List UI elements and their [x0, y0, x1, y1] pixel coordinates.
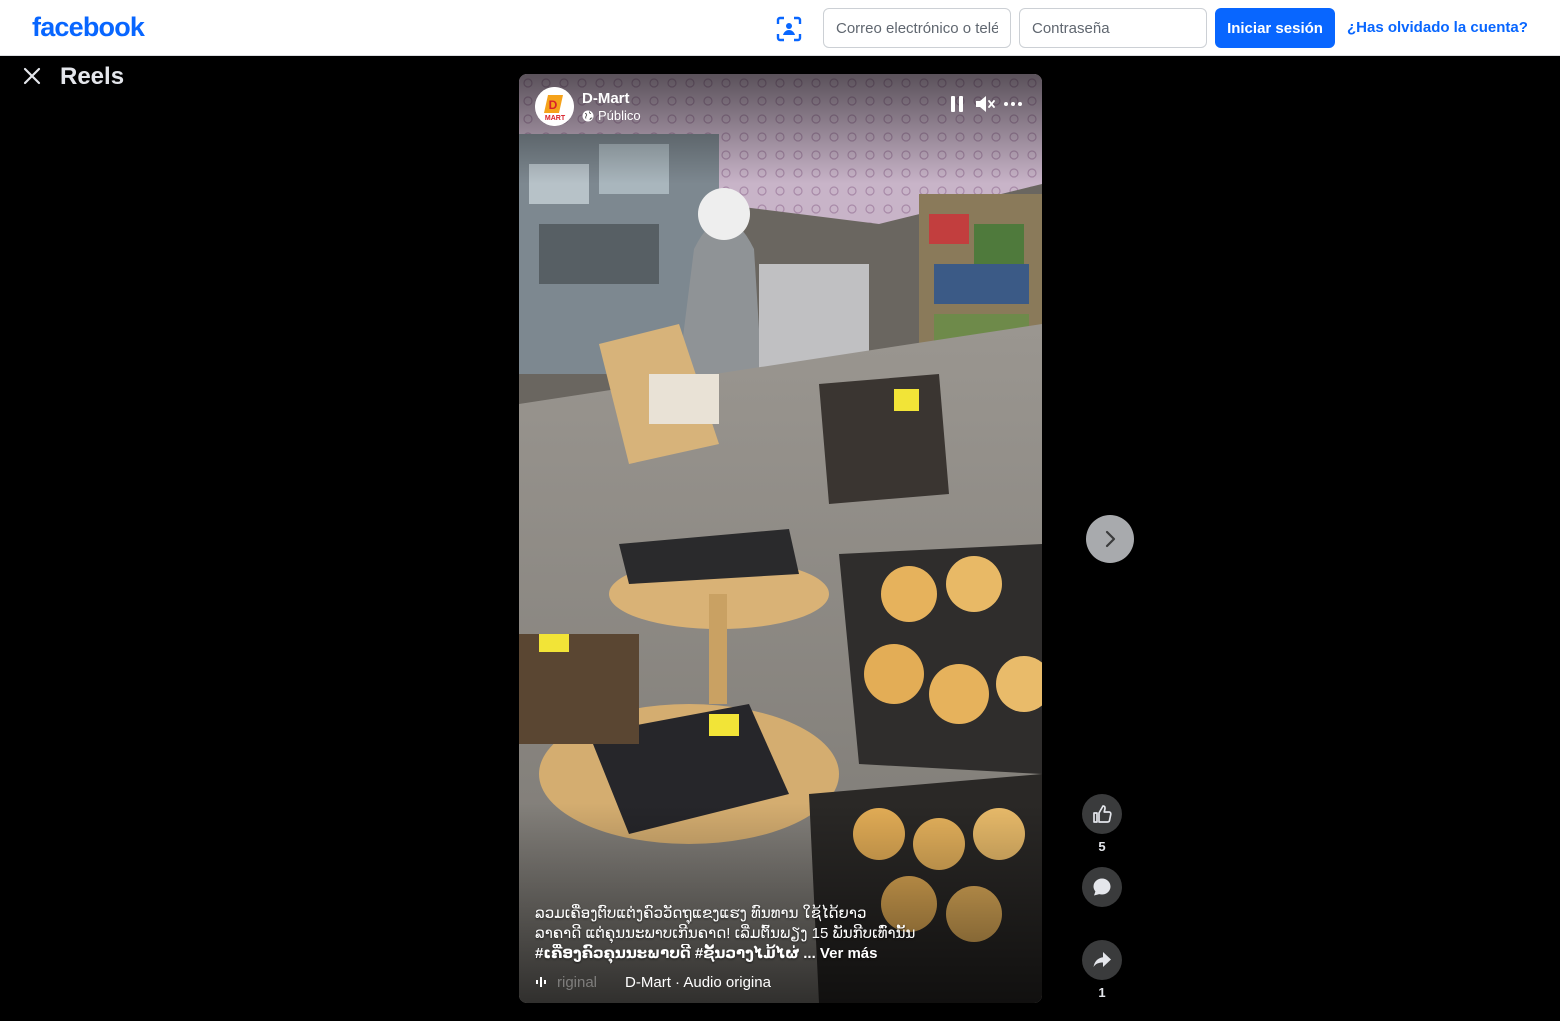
privacy-text: Público	[598, 108, 641, 123]
reel-caption: ລວມເຄື່ອງຕົບແຕ່ງຄົວວັດຖຸແຂງແຮງ ທົນທານ ໃຊ…	[535, 904, 985, 964]
privacy-label: Público	[582, 108, 641, 123]
share-icon	[1093, 952, 1111, 967]
audio-wave-icon	[536, 977, 546, 987]
caption-line-2: ລາຄາດີ ແຕ່ຄຸນນະພາບເກີນຄາດ! ເລີ່ມຕົ້ນພຽງ …	[535, 925, 916, 942]
avatar-text: MART	[545, 115, 566, 122]
email-input[interactable]	[823, 8, 1011, 48]
svg-text:D: D	[549, 98, 558, 112]
facebook-logo[interactable]: facebook	[32, 12, 145, 43]
mute-icon[interactable]	[974, 93, 996, 115]
chevron-right-icon	[1105, 530, 1116, 548]
share-button[interactable]	[1082, 940, 1122, 980]
globe-icon	[582, 110, 594, 121]
caption-line-3: #ເຄື່ອງຄົວຄຸນນະພາບດີ #ຊັ້ນວາງໄມ້ໄຜ່ ... …	[535, 944, 985, 964]
audio-row[interactable]: riginal D-Mart · Audio origina	[535, 972, 771, 992]
comment-icon	[1093, 878, 1111, 896]
close-button[interactable]	[18, 62, 46, 90]
audio-label[interactable]: D-Mart · Audio origina	[625, 974, 771, 991]
avatar[interactable]: D MART	[535, 87, 574, 126]
caption-line-1: ລວມເຄື່ອງຕົບແຕ່ງຄົວວັດຖຸແຂງແຮງ ທົນທານ ໃຊ…	[535, 905, 867, 922]
reel-video[interactable]: D MART D-Mart Público ລວມເຄື່ອງຕົບແຕ່ງຄົ…	[519, 74, 1042, 1003]
login-button[interactable]: Iniciar sesión	[1215, 8, 1335, 48]
password-input[interactable]	[1019, 8, 1207, 48]
share-count: 1	[1098, 985, 1106, 1000]
like-icon	[1093, 805, 1112, 823]
pause-icon[interactable]	[946, 93, 968, 115]
top-bar: facebook Iniciar sesión ¿Has olvidado la…	[0, 0, 1560, 56]
caption-hashtags[interactable]: #ເຄື່ອງຄົວຄຸນນະພາບດີ #ຊັ້ນວາງໄມ້ໄຜ່	[535, 945, 799, 962]
page-name[interactable]: D-Mart	[582, 90, 630, 107]
like-button[interactable]	[1082, 794, 1122, 834]
like-count: 5	[1098, 839, 1106, 854]
page-title: Reels	[60, 63, 125, 90]
close-icon	[23, 67, 41, 85]
forgot-account-link[interactable]: ¿Has olvidado la cuenta?	[1347, 19, 1528, 36]
scan-icon[interactable]	[776, 16, 802, 42]
more-icon[interactable]	[1002, 93, 1024, 115]
see-more-link[interactable]: ... Ver más	[803, 945, 877, 962]
audio-scroll-text: riginal	[557, 973, 598, 991]
comment-button[interactable]	[1082, 867, 1122, 907]
next-reel-button[interactable]	[1086, 515, 1134, 563]
